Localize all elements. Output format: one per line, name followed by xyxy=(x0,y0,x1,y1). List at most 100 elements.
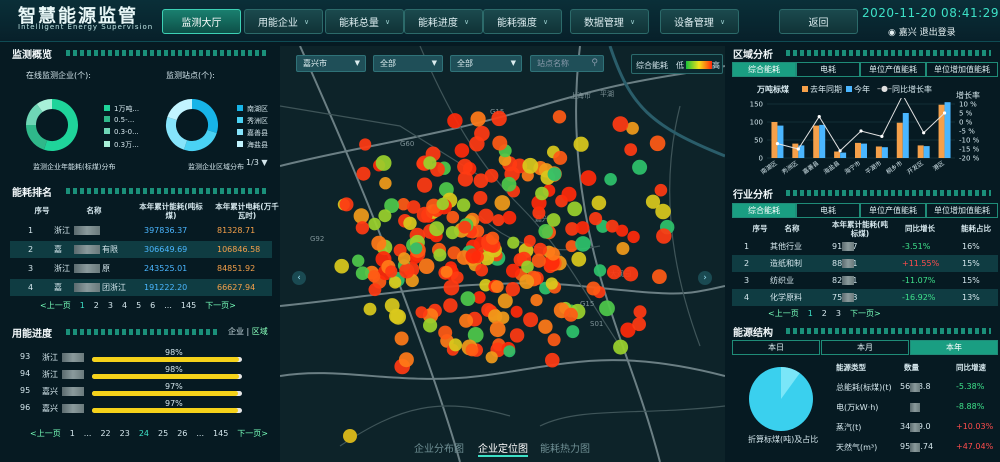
bar-last-year[interactable] xyxy=(896,122,903,158)
map-view-tab[interactable]: 企业定位图 xyxy=(478,440,528,457)
enterprise-marker[interactable] xyxy=(501,176,517,192)
enterprise-marker[interactable] xyxy=(645,194,661,209)
tab[interactable]: 单位产值能耗 xyxy=(860,203,926,218)
enterprise-marker[interactable] xyxy=(563,307,578,322)
pager-next[interactable]: 下一页> xyxy=(237,429,268,438)
enterprise-marker[interactable] xyxy=(398,352,414,368)
enterprise-marker[interactable] xyxy=(410,242,423,255)
pager-page[interactable]: ... xyxy=(84,429,92,438)
map-view-tab[interactable]: 能耗热力图 xyxy=(540,440,590,455)
enterprise-marker[interactable] xyxy=(385,265,398,278)
nav-item[interactable]: 能耗强度 ∨ xyxy=(483,9,562,34)
enterprise-marker[interactable] xyxy=(490,280,504,293)
enterprise-marker[interactable] xyxy=(502,210,517,225)
pager-page[interactable]: 25 xyxy=(158,429,168,438)
enterprise-marker[interactable] xyxy=(394,331,409,346)
enterprise-marker[interactable] xyxy=(367,270,381,283)
enterprise-marker[interactable] xyxy=(599,300,615,317)
enterprise-marker[interactable] xyxy=(465,248,481,264)
enterprise-marker[interactable] xyxy=(535,186,549,201)
enterprise-marker[interactable] xyxy=(440,265,453,278)
enterprise-marker[interactable] xyxy=(449,338,462,352)
enterprise-marker[interactable] xyxy=(339,197,354,212)
enterprise-marker[interactable] xyxy=(589,212,603,226)
enterprise-marker[interactable] xyxy=(379,177,392,190)
enterprise-marker[interactable] xyxy=(627,230,640,244)
enterprise-marker[interactable] xyxy=(368,217,381,231)
growth-rate-point[interactable] xyxy=(838,149,842,153)
enterprise-marker[interactable] xyxy=(491,110,507,127)
growth-rate-point[interactable] xyxy=(817,115,821,119)
enterprise-marker[interactable] xyxy=(547,167,562,181)
enterprise-marker[interactable] xyxy=(546,247,560,261)
tab[interactable]: 本年 xyxy=(910,340,998,355)
enterprise-marker[interactable] xyxy=(523,312,539,328)
bar-this-year[interactable] xyxy=(902,113,909,158)
enterprise-marker[interactable] xyxy=(632,317,646,332)
enterprise-marker[interactable] xyxy=(489,321,506,338)
enterprise-marker[interactable] xyxy=(530,294,543,307)
enterprise-marker[interactable] xyxy=(593,264,607,277)
logout-link[interactable]: 退出登录 xyxy=(920,28,956,38)
enterprise-location-map[interactable]: G15G60G92G15S01嘉兴平湖上海市大观园 xyxy=(280,46,725,462)
enterprise-marker[interactable] xyxy=(334,258,349,274)
enterprise-marker[interactable] xyxy=(531,253,546,268)
enterprise-marker[interactable] xyxy=(492,135,508,151)
tab[interactable]: 单位增加值能耗 xyxy=(926,203,998,218)
enterprise-marker[interactable] xyxy=(509,328,525,343)
enterprise-marker[interactable] xyxy=(505,282,520,297)
enterprise-marker[interactable] xyxy=(399,263,415,279)
enterprise-marker[interactable] xyxy=(652,269,667,284)
enterprise-marker[interactable] xyxy=(571,251,587,267)
enterprise-marker[interactable] xyxy=(580,170,597,186)
pager-page[interactable]: 6 xyxy=(150,301,155,310)
enterprise-marker[interactable] xyxy=(616,242,630,255)
enterprise-marker[interactable] xyxy=(433,248,447,262)
pager-page[interactable]: 1 xyxy=(80,301,85,310)
district-select[interactable]: 全部 ▼ xyxy=(373,55,443,72)
pager-page[interactable]: 3 xyxy=(108,301,113,310)
pager-prev[interactable]: <上一页 xyxy=(768,309,799,318)
pager-prev[interactable]: <上一页 xyxy=(40,301,71,310)
table-row[interactable]: 2造纸和制88 .71+11.55%15% xyxy=(732,255,998,272)
enterprise-marker[interactable] xyxy=(506,263,520,278)
enterprise-marker[interactable] xyxy=(436,197,449,211)
bar-last-year[interactable] xyxy=(792,143,799,158)
table-row[interactable]: 2 嘉 有限 306649.69 106846.58 xyxy=(10,241,272,258)
enterprise-marker[interactable] xyxy=(546,213,561,227)
enterprise-marker[interactable] xyxy=(519,274,535,289)
enterprise-marker[interactable] xyxy=(443,298,458,313)
enterprise-marker[interactable] xyxy=(478,208,494,224)
enterprise-marker[interactable] xyxy=(355,266,370,280)
enterprise-marker[interactable] xyxy=(547,333,561,347)
enterprise-marker[interactable] xyxy=(654,183,668,197)
enterprise-marker[interactable] xyxy=(352,254,365,267)
switch-region[interactable]: 区域 xyxy=(252,327,268,336)
enterprise-marker[interactable] xyxy=(359,138,372,151)
pager-page[interactable]: 23 xyxy=(120,429,130,438)
bar-last-year[interactable] xyxy=(917,145,924,158)
bar-this-year[interactable] xyxy=(819,124,826,158)
enterprise-marker[interactable] xyxy=(407,200,421,214)
enterprise-marker[interactable] xyxy=(616,224,629,237)
enterprise-marker[interactable] xyxy=(586,281,601,296)
tab[interactable]: 本月 xyxy=(821,340,909,355)
enterprise-marker[interactable] xyxy=(465,343,479,357)
enterprise-marker[interactable] xyxy=(423,156,437,170)
enterprise-marker[interactable] xyxy=(460,291,476,306)
bar-last-year[interactable] xyxy=(813,125,820,158)
enterprise-marker[interactable] xyxy=(604,173,617,186)
table-row[interactable]: 4化学原料75 .23-16.92%13% xyxy=(732,289,998,306)
pager-next[interactable]: 下一页> xyxy=(850,309,881,318)
enterprise-marker[interactable] xyxy=(446,210,460,224)
growth-rate-point[interactable] xyxy=(796,147,800,151)
nav-item[interactable]: 数据管理 ∨ xyxy=(570,9,649,34)
station-search-input[interactable]: 站点名称 ⚲ xyxy=(530,55,604,72)
switch-enterprise[interactable]: 企业 xyxy=(228,327,244,336)
bar-this-year[interactable] xyxy=(861,143,867,158)
nav-item[interactable]: 能耗总量 ∨ xyxy=(325,9,404,34)
bar-this-year[interactable] xyxy=(944,102,951,158)
nav-item[interactable]: 用能企业 ∨ xyxy=(244,9,323,34)
enterprise-marker[interactable] xyxy=(474,125,490,142)
enterprise-marker[interactable] xyxy=(438,325,453,340)
